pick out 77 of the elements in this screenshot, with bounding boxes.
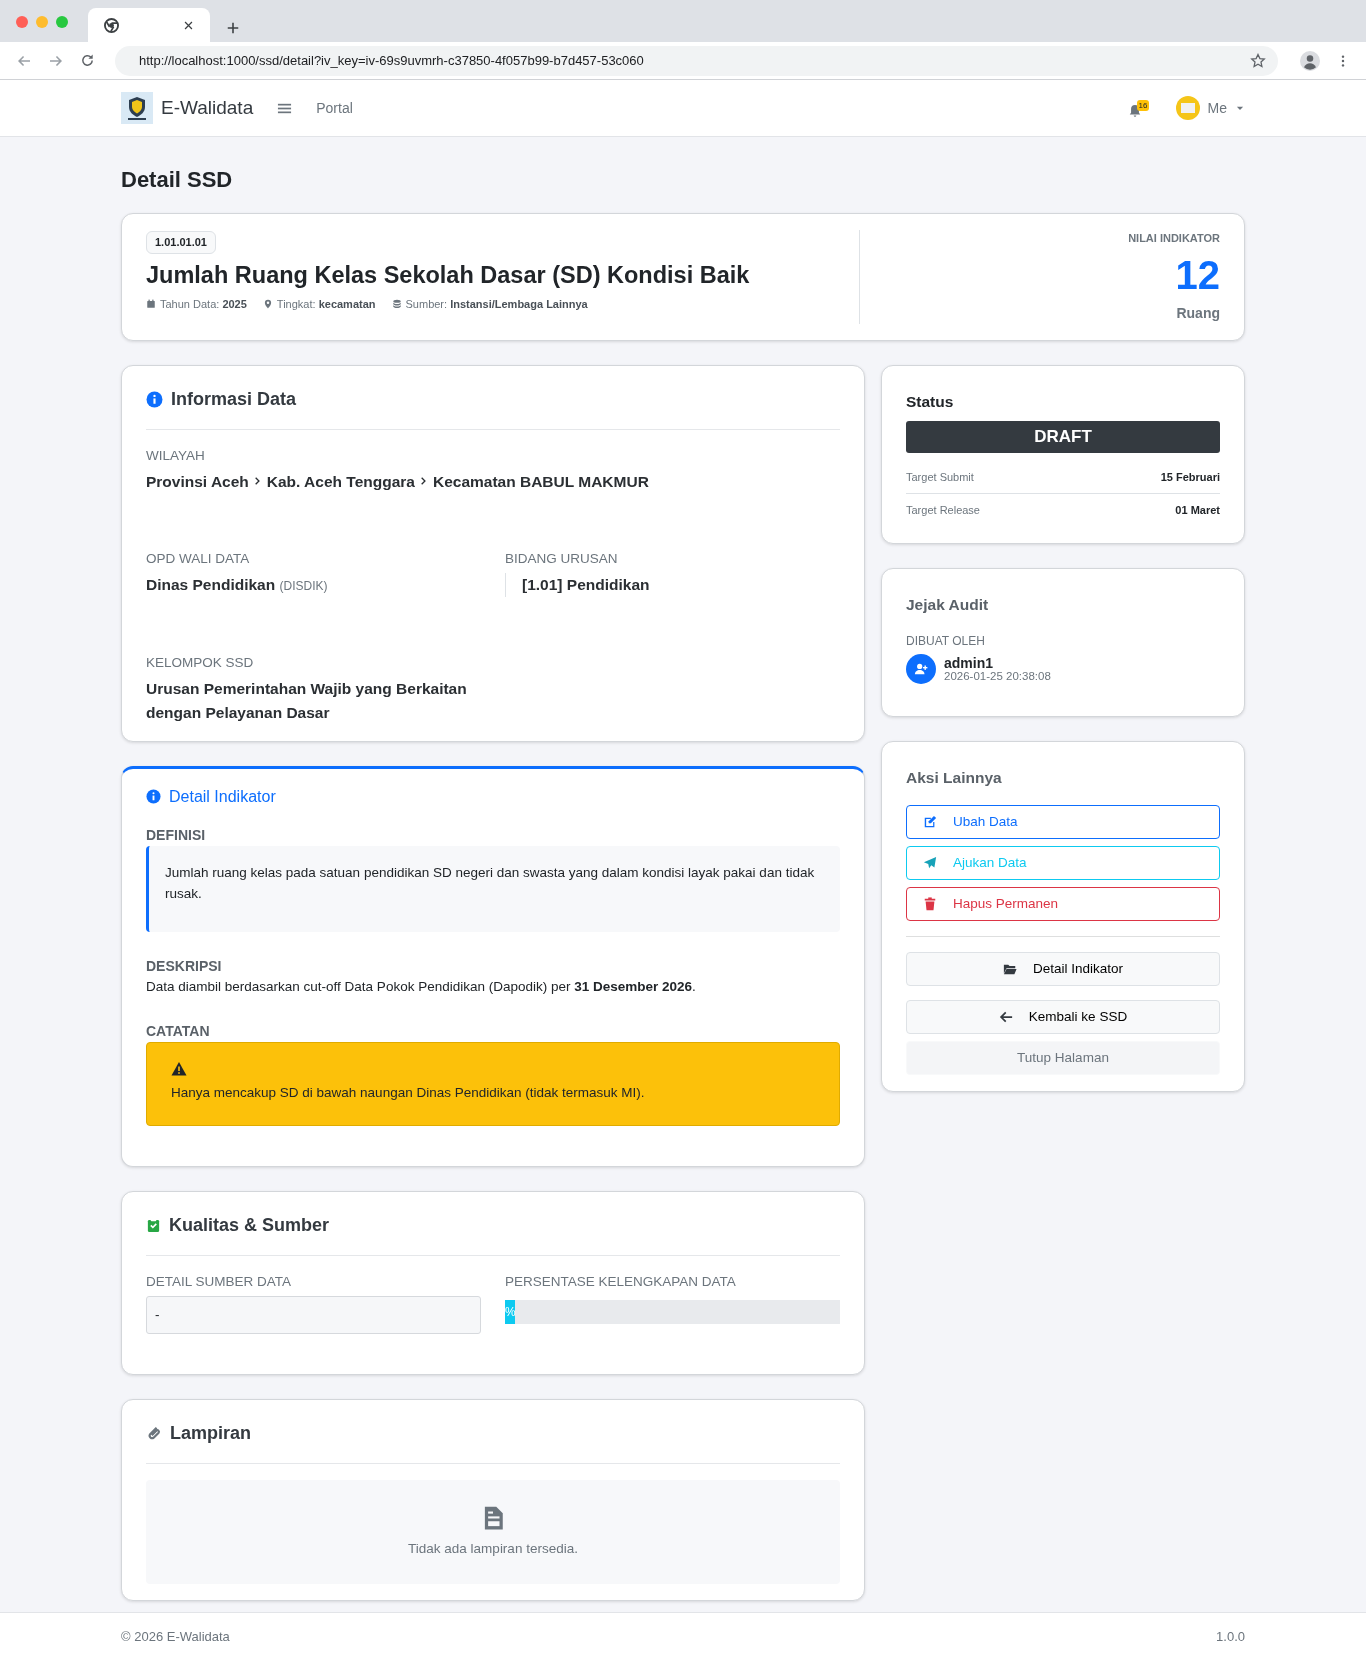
section-title: Detail Indikator xyxy=(169,786,276,807)
calendar-icon xyxy=(146,299,156,309)
field-label: DESKRIPSI xyxy=(146,956,223,976)
paper-plane-icon xyxy=(923,856,937,871)
field-label: PERSENTASE KELENGKAPAN DATA xyxy=(505,1273,737,1292)
edit-icon xyxy=(923,815,937,830)
field-label: OPD WALI DATA xyxy=(146,550,251,568)
version-text: 1.0.0 xyxy=(1216,1627,1245,1646)
card-title: Status xyxy=(906,391,955,412)
user-name: admin1 xyxy=(944,655,994,671)
user-menu[interactable]: Me xyxy=(1207,97,1227,119)
profile-icon[interactable] xyxy=(1300,50,1320,71)
database-icon xyxy=(391,299,402,309)
card-title: Aksi Lainnya xyxy=(906,768,1003,788)
field-value: [1.01] Pendidikan xyxy=(505,573,840,597)
map-pin-icon xyxy=(262,299,273,309)
warning-icon xyxy=(171,1061,187,1078)
meta-text: Sumber: Instansi/Lembaga Lainnya xyxy=(405,296,588,312)
target-date: 15 Februari xyxy=(1160,469,1220,485)
address-bar[interactable]: http://localhost:1000/ssd/detail?iv_key=iv-69s9uvmrh-c37850-4f057b99-b7d457-53c060 xyxy=(115,45,1278,76)
field-label: KELOMPOK SSD xyxy=(146,653,255,672)
indicator-code: 1.01.01.01 xyxy=(146,231,216,254)
edit-data-button[interactable]: Ubah Data xyxy=(906,805,1220,840)
field-value: Dinas Pendidikan (DISDIK) xyxy=(146,575,329,596)
region-name: Kab. Aceh Tenggara xyxy=(266,471,415,492)
note-text: Hanya mencakup SD di bawah naungan Dinas Pendidikan (tidak termasuk MI). xyxy=(171,1084,646,1103)
indicator-value: 12 xyxy=(1174,254,1220,295)
field-label: BIDANG URUSAN xyxy=(505,550,619,568)
field-label: DETAIL SUMBER DATA xyxy=(146,1273,293,1292)
timestamp: 2026-01-25 20:38:08 xyxy=(944,670,1051,683)
region-name: Kecamatan BABUL MAKMUR xyxy=(432,471,649,492)
copyright-text: © 2026 E-Walidata xyxy=(121,1627,230,1646)
target-date: 01 Maret xyxy=(1175,503,1220,519)
delete-button[interactable]: Hapus Permanen xyxy=(906,887,1220,922)
description-text: Data diambil berdasarkan cut-off Data Pokok Pendidikan (Dapodik) per 31 Desember 2026. xyxy=(146,977,697,996)
info-icon xyxy=(146,390,163,408)
section-title: Kualitas & Sumber xyxy=(169,1214,330,1238)
status-badge: DRAFT xyxy=(906,420,1220,453)
paperclip-icon xyxy=(146,1425,162,1442)
target-label: Target Submit xyxy=(906,469,974,485)
definition-text: Jumlah ruang kelas pada satuan pendidikan SD negeri dan swasta yang dalam kondisi layak pakai dan tidak rusak. xyxy=(146,845,840,932)
field-value: Urusan Pemerintahan Wajib yang Berkaitan dengan Pelayanan Dasar xyxy=(146,678,468,723)
value-label: NILAI INDIKATOR xyxy=(1127,231,1220,246)
source-field[interactable]: - xyxy=(146,1296,481,1335)
user-avatar xyxy=(906,654,936,684)
indicator-title: Jumlah Ruang Kelas Sekolah Dasar (SD) Kondisi Baik xyxy=(146,260,751,290)
section-title: Informasi Data xyxy=(171,387,297,411)
field-label: DEFINISI xyxy=(146,825,207,845)
new-tab-icon[interactable] xyxy=(226,21,240,36)
field-label: WILAYAH xyxy=(146,446,206,465)
region-name: Provinsi Aceh xyxy=(146,471,249,492)
empty-message: Tidak ada lampiran tersedia. xyxy=(408,1540,578,1559)
browser-icon xyxy=(104,17,119,33)
indicator-detail-button[interactable]: Detail Indikator xyxy=(906,952,1220,987)
brand-name[interactable]: E-Walidata xyxy=(161,93,254,123)
info-icon xyxy=(146,789,161,805)
notification-count: 16 xyxy=(1136,100,1150,111)
meta-text: Tahun Data: 2025 xyxy=(160,296,247,312)
nav-link[interactable]: Portal xyxy=(316,97,353,119)
arrow-left-icon xyxy=(998,1010,1013,1025)
target-label: Target Release xyxy=(906,503,980,519)
page-title: Detail SSD xyxy=(121,166,234,194)
meta-text: Tingkat: kecamatan xyxy=(276,296,376,312)
close-tab-icon[interactable] xyxy=(183,19,194,31)
field-label: DIBUAT OLEH xyxy=(906,633,986,650)
trash-icon xyxy=(923,897,937,912)
folder-icon xyxy=(1002,962,1017,977)
reload-icon[interactable] xyxy=(80,53,95,68)
card-title: Jejak Audit xyxy=(906,594,990,615)
value-unit: Ruang xyxy=(1175,303,1220,323)
bookmark-star-icon[interactable] xyxy=(1250,53,1266,70)
field-label: CATATAN xyxy=(146,1022,211,1042)
section-title: Lampiran xyxy=(170,1422,252,1446)
back-button[interactable]: Kembali ke SSD xyxy=(906,1000,1220,1035)
close-page-button[interactable]: Tutup Halaman xyxy=(906,1041,1220,1076)
clipboard-check-icon xyxy=(146,1218,161,1234)
browser-tab[interactable] xyxy=(88,8,210,42)
